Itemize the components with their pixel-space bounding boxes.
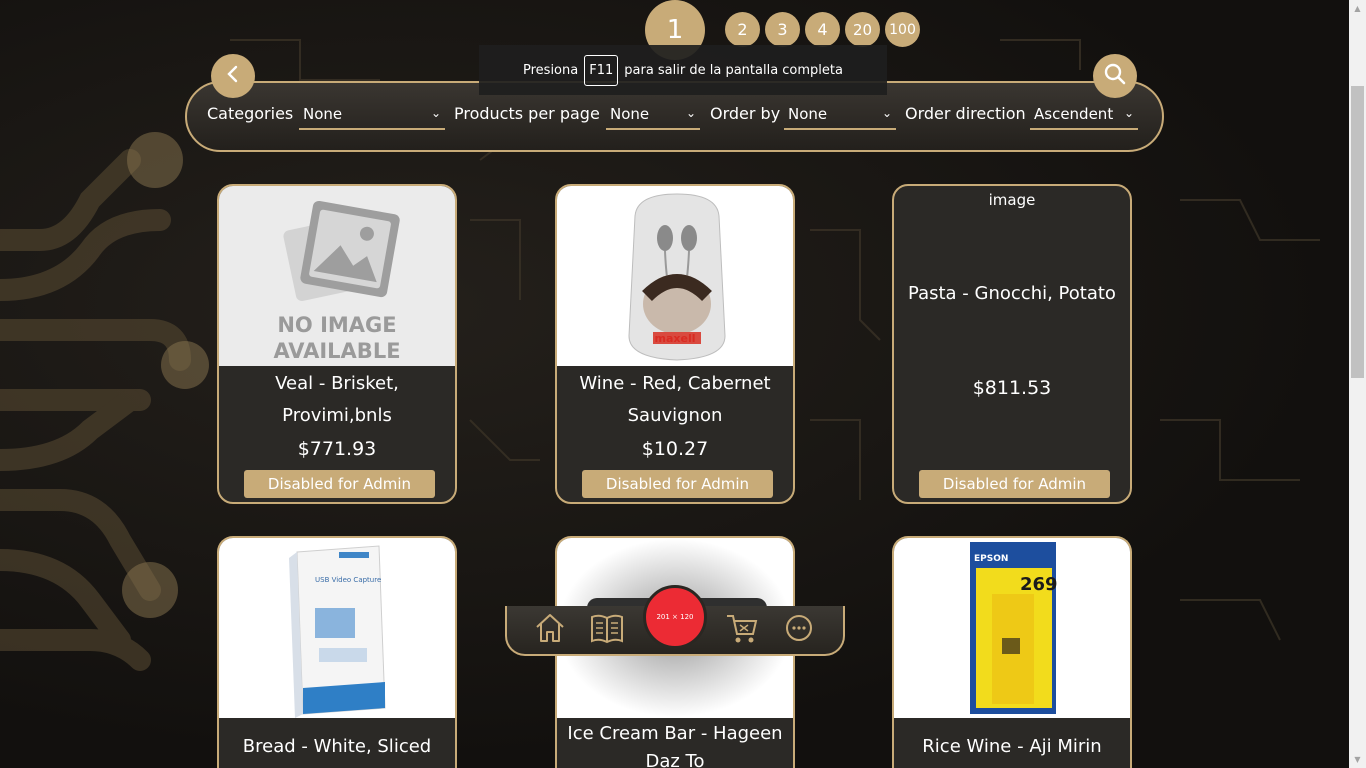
epson-text: EPSON <box>974 554 1009 564</box>
search-button[interactable] <box>1093 54 1137 98</box>
catalog-button[interactable] <box>587 610 627 650</box>
product-title: Wine - Red, Cabernet Sauvignon <box>579 373 771 426</box>
order-direction-select[interactable]: Ascendent ⌄ <box>1030 104 1138 130</box>
cart-button[interactable] <box>722 610 762 650</box>
product-image: NO IMAGE AVAILABLE <box>219 186 455 366</box>
page-4-button[interactable]: 4 <box>805 12 840 47</box>
product-title: Ice Cream Bar - Hageen Daz To <box>567 723 783 768</box>
product-image: maxell <box>557 186 793 366</box>
product-price: $771.93 <box>297 438 377 460</box>
product-card: NO IMAGE AVAILABLE Veal - Brisket, Provi… <box>217 184 457 504</box>
product-title: Bread - White, Sliced <box>242 736 432 757</box>
product-card: EPSON 269 Rice Wine - Aji Mirin <box>892 536 1132 768</box>
disabled-for-admin-button[interactable]: Disabled for Admin <box>582 470 773 498</box>
chevron-down-icon: ⌄ <box>430 106 441 120</box>
no-image-text: NO IMAGE AVAILABLE <box>273 313 401 363</box>
center-nav-button[interactable]: 201 × 120 <box>643 585 707 649</box>
back-button[interactable] <box>211 54 255 98</box>
page-100-button[interactable]: 100 <box>885 12 920 47</box>
home-icon <box>533 611 567 649</box>
product-card: USB Video Capture Bread - White, Sliced <box>217 536 457 768</box>
cart-icon <box>724 611 760 649</box>
order-by-select[interactable]: None ⌄ <box>784 104 896 130</box>
scrollbar[interactable]: ▲ ▼ <box>1349 0 1366 768</box>
model-text: 269 <box>1020 574 1058 595</box>
scroll-thumb[interactable] <box>1351 86 1364 378</box>
product-card: maxell Wine - Red, Cabernet Sauvignon $1… <box>555 184 795 504</box>
disabled-for-admin-button[interactable]: Disabled for Admin <box>244 470 435 498</box>
scroll-up-arrow-icon[interactable]: ▲ <box>1349 0 1366 17</box>
search-icon <box>1103 62 1127 90</box>
disabled-for-admin-button[interactable]: Disabled for Admin <box>919 470 1110 498</box>
order-direction-label: Order direction <box>905 104 1026 123</box>
product-card: image Pasta - Gnocchi, Potato $811.53 Di… <box>892 184 1132 504</box>
brand-text: maxell <box>654 332 696 345</box>
order-direction-value: Ascendent <box>1034 105 1114 123</box>
categories-label: Categories <box>207 104 294 123</box>
product-title: Rice Wine - Aji Mirin <box>922 736 1102 757</box>
order-by-label: Order by <box>710 104 781 123</box>
book-icon <box>589 611 625 649</box>
page-3-button[interactable]: 3 <box>765 12 800 47</box>
scroll-down-arrow-icon[interactable]: ▼ <box>1349 751 1366 768</box>
page-20-button[interactable]: 20 <box>845 12 880 47</box>
toast-text-after: para salir de la pantalla completa <box>624 62 843 78</box>
product-image: EPSON 269 <box>894 538 1130 718</box>
product-image: USB Video Capture <box>219 538 455 718</box>
chat-icon <box>783 612 815 648</box>
categories-select[interactable]: None ⌄ <box>299 104 445 130</box>
broken-image-alt: image <box>988 191 1036 209</box>
home-button[interactable] <box>530 610 570 650</box>
per-page-label: Products per page <box>454 104 600 123</box>
toast-key: F11 <box>584 54 619 86</box>
chevron-down-icon: ⌄ <box>685 106 696 120</box>
chevron-down-icon: ⌄ <box>881 106 892 120</box>
categories-value: None <box>303 105 343 123</box>
product-title: Veal - Brisket, Provimi,bnls <box>275 373 399 426</box>
chat-button[interactable] <box>779 610 819 650</box>
product-price: $10.27 <box>641 438 709 460</box>
per-page-value: None <box>610 105 650 123</box>
page-2-button[interactable]: 2 <box>725 12 760 47</box>
toast-text-before: Presiona <box>523 62 579 78</box>
chevron-down-icon: ⌄ <box>1123 106 1134 120</box>
ink-cartridge-image <box>970 542 1056 714</box>
product-title: Pasta - Gnocchi, Potato <box>908 283 1116 304</box>
per-page-select[interactable]: None ⌄ <box>606 104 700 130</box>
center-nav-label: 201 × 120 <box>656 613 694 621</box>
chevron-left-icon <box>223 64 243 88</box>
box-text: USB Video Capture <box>315 576 382 584</box>
software-box-image <box>289 545 386 718</box>
order-by-value: None <box>788 105 828 123</box>
product-price: $811.53 <box>972 377 1052 399</box>
fullscreen-toast: Presiona F11 para salir de la pantalla c… <box>479 45 887 95</box>
